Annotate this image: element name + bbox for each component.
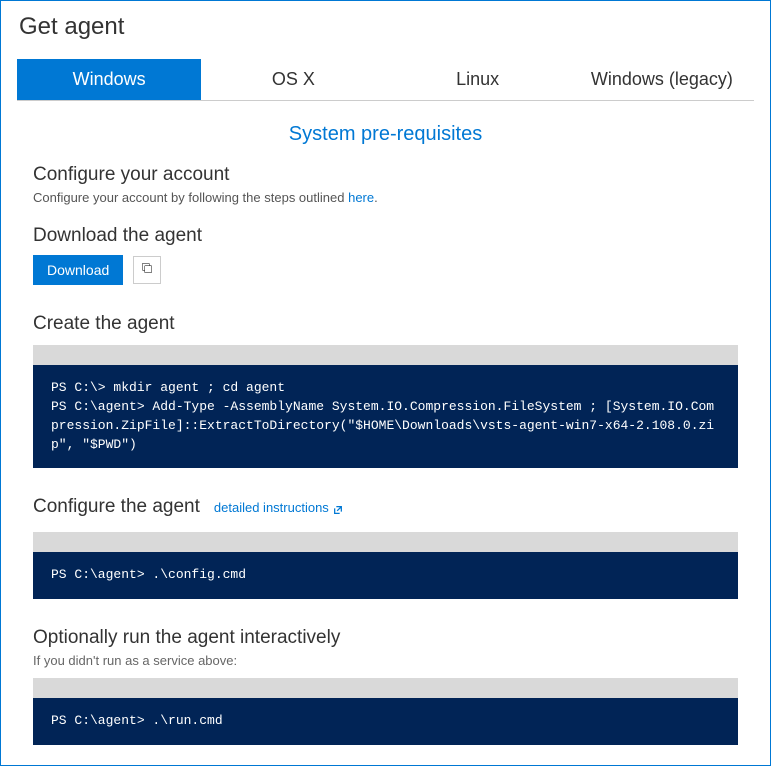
code-header <box>33 532 738 552</box>
tab-windows-legacy[interactable]: Windows (legacy) <box>570 59 754 100</box>
run-agent-code-block: PS C:\agent> .\run.cmd <box>33 678 738 745</box>
configure-agent-code: PS C:\agent> .\config.cmd <box>33 552 738 599</box>
copy-icon <box>140 261 154 280</box>
code-header <box>33 345 738 365</box>
tab-osx[interactable]: OS X <box>201 59 385 100</box>
detailed-instructions-label: detailed instructions <box>214 500 329 515</box>
configure-account-desc-prefix: Configure your account by following the … <box>33 190 348 205</box>
configure-agent-code-block: PS C:\agent> .\config.cmd <box>33 532 738 599</box>
system-prerequisites-link[interactable]: System pre-requisites <box>17 123 754 146</box>
configure-account-heading: Configure your account <box>33 164 738 186</box>
run-agent-heading: Optionally run the agent interactively <box>33 627 738 649</box>
configure-account-desc: Configure your account by following the … <box>33 190 738 205</box>
run-agent-code: PS C:\agent> .\run.cmd <box>33 698 738 745</box>
code-header <box>33 678 738 698</box>
configure-agent-heading: Configure the agent <box>33 496 200 518</box>
configure-account-desc-suffix: . <box>374 190 378 205</box>
here-link[interactable]: here <box>348 190 374 205</box>
create-agent-code-block: PS C:\> mkdir agent ; cd agent PS C:\age… <box>33 345 738 468</box>
download-button[interactable]: Download <box>33 255 123 285</box>
detailed-instructions-link[interactable]: detailed instructions <box>214 500 343 515</box>
tab-windows[interactable]: Windows <box>17 59 201 100</box>
tab-linux[interactable]: Linux <box>386 59 570 100</box>
create-agent-heading: Create the agent <box>33 313 738 335</box>
tabs-row: Windows OS X Linux Windows (legacy) <box>17 59 754 101</box>
create-agent-code: PS C:\> mkdir agent ; cd agent PS C:\age… <box>33 365 738 468</box>
page-title: Get agent <box>17 13 754 41</box>
run-agent-subtext: If you didn't run as a service above: <box>33 653 738 668</box>
download-agent-heading: Download the agent <box>33 225 738 247</box>
external-link-icon <box>333 503 343 513</box>
copy-url-button[interactable] <box>133 256 161 284</box>
